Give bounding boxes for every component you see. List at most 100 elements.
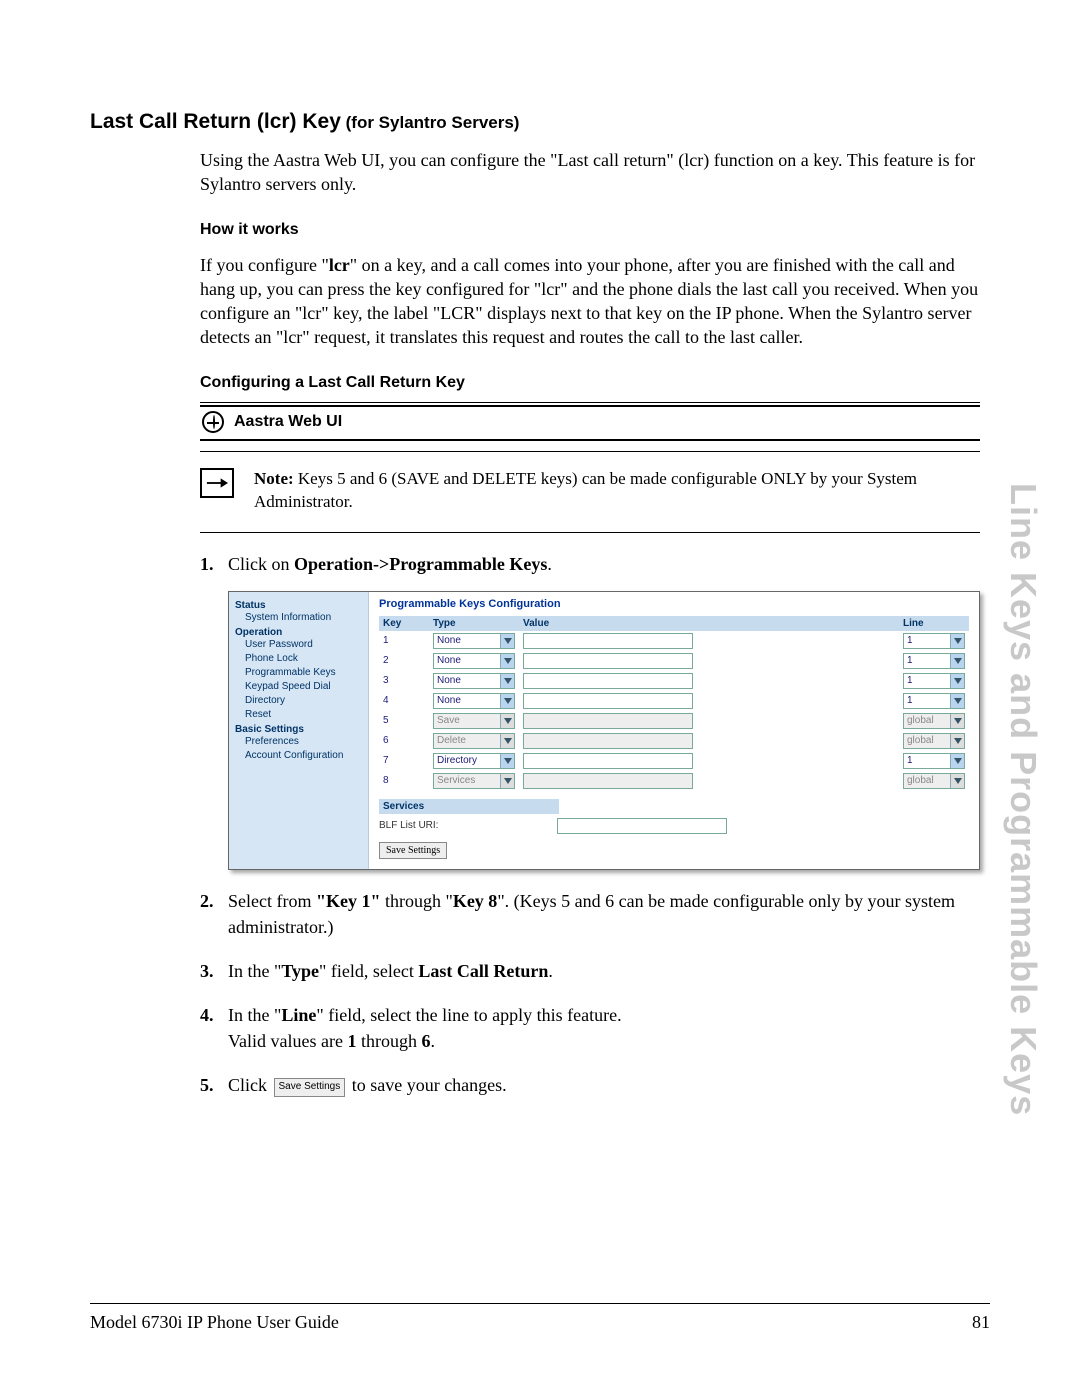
- nav-keypad-speed-dial[interactable]: Keypad Speed Dial: [245, 680, 362, 694]
- value-input[interactable]: [523, 673, 693, 689]
- note-block: Note: Keys 5 and 6 (SAVE and DELETE keys…: [200, 468, 980, 514]
- col-value: Value: [519, 616, 899, 631]
- cell-value: [519, 711, 899, 731]
- cell-value: [519, 631, 899, 651]
- cell-key: 2: [379, 651, 429, 671]
- chevron-down-icon: [500, 694, 514, 708]
- save-settings-button[interactable]: Save Settings: [379, 842, 447, 859]
- divider: [200, 439, 980, 441]
- page-content: Last Call Return (lcr) Key (for Sylantro…: [90, 110, 990, 1098]
- cell-value: [519, 691, 899, 711]
- nav-sysinfo[interactable]: System Information: [245, 611, 362, 625]
- blf-row: BLF List URI:: [379, 818, 969, 834]
- section-heading: Last Call Return (lcr) Key (for Sylantro…: [90, 110, 990, 134]
- type-select: Delete: [433, 733, 515, 749]
- cell-line: 1: [899, 631, 969, 651]
- chevron-down-icon: [950, 654, 964, 668]
- save-settings-inline-button[interactable]: Save Settings: [274, 1078, 346, 1097]
- value-input[interactable]: [523, 633, 693, 649]
- nav-user-password[interactable]: User Password: [245, 638, 362, 652]
- value-input[interactable]: [523, 693, 693, 709]
- side-section-title: Line Keys and Programmable Keys: [998, 480, 1048, 1120]
- blf-input[interactable]: [557, 818, 727, 834]
- chevron-down-icon: [500, 754, 514, 768]
- cell-line: 1: [899, 751, 969, 771]
- type-select[interactable]: None: [433, 673, 515, 689]
- table-row: 5Saveglobal: [379, 711, 969, 731]
- nav-status[interactable]: Status: [235, 600, 362, 611]
- footer-rule: [90, 1303, 990, 1304]
- cell-line: global: [899, 711, 969, 731]
- nav-phone-lock[interactable]: Phone Lock: [245, 652, 362, 666]
- col-key: Key: [379, 616, 429, 631]
- type-select[interactable]: None: [433, 693, 515, 709]
- cell-line: global: [899, 771, 969, 791]
- cell-key: 3: [379, 671, 429, 691]
- nav-basic-settings[interactable]: Basic Settings: [235, 724, 362, 735]
- type-select[interactable]: None: [433, 633, 515, 649]
- col-type: Type: [429, 616, 519, 631]
- main-panel: Programmable Keys Configuration Key Type…: [369, 592, 979, 869]
- step-5: 5. Click Save Settings to save your chan…: [200, 1072, 980, 1098]
- divider: [200, 402, 980, 403]
- cell-value: [519, 671, 899, 691]
- value-input[interactable]: [523, 653, 693, 669]
- heading-main: Last Call Return (lcr) Key: [90, 110, 341, 133]
- nav-operation[interactable]: Operation: [235, 627, 362, 638]
- cell-type: Directory: [429, 751, 519, 771]
- line-select[interactable]: 1: [903, 653, 965, 669]
- cell-value: [519, 731, 899, 751]
- services-header: Services: [379, 799, 559, 814]
- chevron-down-icon: [950, 634, 964, 648]
- nav-reset[interactable]: Reset: [245, 708, 362, 722]
- nav-panel: Status System Information Operation User…: [229, 592, 369, 869]
- line-select[interactable]: 1: [903, 693, 965, 709]
- cell-line: 1: [899, 651, 969, 671]
- line-select[interactable]: 1: [903, 753, 965, 769]
- table-row: 7Directory 1: [379, 751, 969, 771]
- cell-key: 6: [379, 731, 429, 751]
- step-1: 1. Click on Operation->Programmable Keys…: [200, 551, 980, 577]
- page-footer: Model 6730i IP Phone User Guide 81: [90, 1312, 990, 1333]
- line-select: global: [903, 733, 965, 749]
- configuring-heading: Configuring a Last Call Return Key: [200, 374, 980, 392]
- cell-key: 7: [379, 751, 429, 771]
- footer-page-number: 81: [972, 1312, 990, 1333]
- divider: [200, 532, 980, 533]
- note-arrow-icon: [200, 468, 234, 498]
- webui-screenshot: Status System Information Operation User…: [228, 591, 980, 870]
- cell-type: None: [429, 651, 519, 671]
- cell-type: None: [429, 671, 519, 691]
- type-select[interactable]: None: [433, 653, 515, 669]
- nav-preferences[interactable]: Preferences: [245, 735, 362, 749]
- step-3: 3. In the "Type" field, select Last Call…: [200, 958, 980, 984]
- value-input[interactable]: [523, 753, 693, 769]
- line-select[interactable]: 1: [903, 633, 965, 649]
- cell-key: 8: [379, 771, 429, 791]
- chevron-down-icon: [950, 754, 964, 768]
- value-input: [523, 713, 693, 729]
- chevron-down-icon: [500, 634, 514, 648]
- cell-line: global: [899, 731, 969, 751]
- type-select: Save: [433, 713, 515, 729]
- type-select: Services: [433, 773, 515, 789]
- nav-programmable-keys[interactable]: Programmable Keys: [245, 666, 362, 680]
- webui-label: Aastra Web UI: [234, 413, 342, 431]
- cell-value: [519, 751, 899, 771]
- chevron-down-icon: [950, 694, 964, 708]
- table-row: 6Delete global: [379, 731, 969, 751]
- how-it-works-body: If you configure "lcr" on a key, and a c…: [200, 253, 980, 350]
- cell-key: 4: [379, 691, 429, 711]
- panel-title: Programmable Keys Configuration: [379, 598, 969, 610]
- step-2: 2. Select from "Key 1" through "Key 8". …: [200, 888, 980, 940]
- cell-key: 1: [379, 631, 429, 651]
- table-row: 2None 1: [379, 651, 969, 671]
- note-text: Note: Keys 5 and 6 (SAVE and DELETE keys…: [254, 468, 980, 514]
- table-row: 3None 1: [379, 671, 969, 691]
- type-select[interactable]: Directory: [433, 753, 515, 769]
- line-select[interactable]: 1: [903, 673, 965, 689]
- nav-account-config[interactable]: Account Configuration: [245, 749, 362, 763]
- col-line: Line: [899, 616, 969, 631]
- nav-directory[interactable]: Directory: [245, 694, 362, 708]
- cell-value: [519, 651, 899, 671]
